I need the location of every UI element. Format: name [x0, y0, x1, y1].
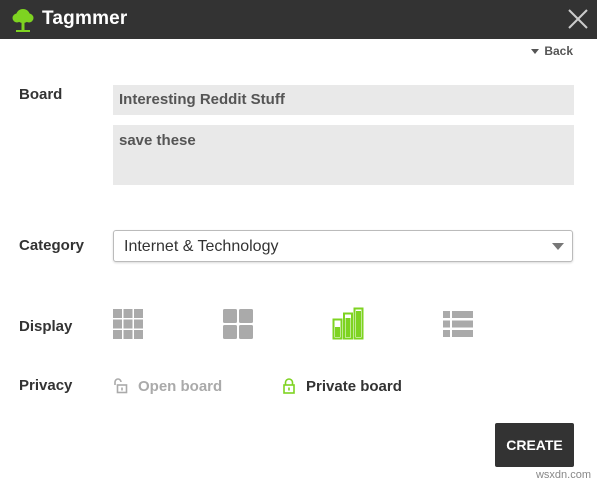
- open-board-option[interactable]: Open board: [112, 377, 222, 395]
- close-icon[interactable]: [567, 8, 589, 30]
- board-description-field[interactable]: save these: [113, 125, 574, 185]
- display-label: Display: [19, 318, 73, 335]
- board-name-input[interactable]: Interesting Reddit Stuff: [113, 85, 574, 115]
- private-board-label: Private board: [306, 377, 402, 395]
- back-label: Back: [544, 44, 573, 58]
- category-value: Internet & Technology: [124, 238, 279, 255]
- lock-icon: [283, 378, 295, 394]
- large-grid-icon[interactable]: [221, 307, 255, 341]
- board-label: Board: [19, 86, 63, 103]
- back-link[interactable]: Back: [531, 44, 573, 58]
- tree-icon: [12, 9, 34, 32]
- title-bar: Tagmmer: [0, 0, 597, 39]
- privacy-label: Privacy: [19, 377, 73, 394]
- category-label: Category: [19, 237, 85, 254]
- app-title: Tagmmer: [42, 8, 128, 29]
- small-grid-icon[interactable]: [111, 307, 145, 341]
- columns-icon[interactable]: [331, 307, 365, 341]
- chevron-down-icon: [552, 243, 564, 250]
- open-board-label: Open board: [138, 377, 223, 395]
- list-icon[interactable]: [441, 307, 475, 341]
- private-board-option[interactable]: Private board: [280, 377, 402, 395]
- watermark: wsxdn.com: [535, 469, 591, 481]
- category-select[interactable]: Internet & Technology: [113, 230, 573, 262]
- caret-down-icon: [531, 48, 540, 54]
- unlock-icon: [114, 378, 128, 394]
- create-button[interactable]: CREATE: [495, 423, 574, 467]
